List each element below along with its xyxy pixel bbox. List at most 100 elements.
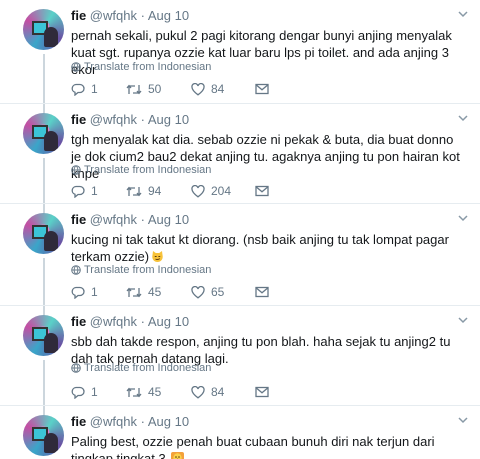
heart-icon	[191, 184, 205, 198]
tweet-header: fie @wfqhk · Aug 10	[71, 8, 189, 23]
tweet-text: kucing ni tak takut kt diorang. (nsb bai…	[71, 232, 449, 264]
retweet-count: 94	[148, 184, 162, 198]
reply-icon	[71, 185, 85, 198]
like-count: 65	[211, 285, 225, 299]
chevron-down-icon[interactable]	[458, 9, 468, 19]
reply-button[interactable]: 1	[71, 183, 98, 199]
display-name[interactable]: fie	[71, 314, 86, 329]
translate-link[interactable]: Translate from Indonesian	[71, 362, 211, 374]
tweet-header: fie @wfqhk · Aug 10	[71, 414, 189, 429]
separator-dot: ·	[140, 8, 145, 23]
display-name[interactable]: fie	[71, 414, 86, 429]
retweet-button[interactable]: 45	[126, 384, 161, 400]
tweet-actions: 1 94 204	[71, 183, 301, 199]
envelope-icon	[255, 83, 269, 95]
cat-smirk-emoji-icon	[152, 251, 163, 262]
separator-dot: ·	[140, 414, 145, 429]
translate-link[interactable]: Translate from Indonesian	[71, 61, 211, 73]
translate-link[interactable]: Translate from Indonesian	[71, 164, 211, 176]
timestamp[interactable]: Aug 10	[148, 212, 189, 227]
retweet-icon	[126, 387, 142, 397]
envelope-icon	[255, 386, 269, 398]
tweet-actions: 1 45 65	[71, 284, 301, 300]
like-count: 84	[211, 82, 225, 96]
timestamp[interactable]: Aug 10	[148, 8, 189, 23]
heart-icon	[191, 285, 205, 299]
chevron-down-icon[interactable]	[458, 213, 468, 223]
separator-dot: ·	[140, 112, 145, 127]
reply-button[interactable]: 1	[71, 81, 98, 97]
reply-icon	[71, 386, 85, 399]
chevron-down-icon[interactable]	[458, 415, 468, 425]
globe-icon	[71, 165, 81, 175]
avatar[interactable]	[23, 315, 64, 356]
timestamp[interactable]: Aug 10	[148, 414, 189, 429]
timestamp[interactable]: Aug 10	[148, 112, 189, 127]
globe-icon	[71, 62, 81, 72]
direct-message-button[interactable]	[255, 81, 269, 97]
reply-count: 1	[91, 385, 98, 399]
direct-message-button[interactable]	[255, 183, 269, 199]
reply-button[interactable]: 1	[71, 284, 98, 300]
timestamp[interactable]: Aug 10	[148, 314, 189, 329]
reply-button[interactable]: 1	[71, 384, 98, 400]
display-name[interactable]: fie	[71, 212, 86, 227]
user-handle[interactable]: @wfqhk	[90, 314, 137, 329]
translate-link[interactable]: Translate from Indonesian	[71, 264, 211, 276]
retweet-count: 45	[148, 285, 162, 299]
tweet[interactable]: fie @wfqhk · Aug 10 Paling best, ozzie p…	[0, 406, 480, 459]
reply-count: 1	[91, 82, 98, 96]
retweet-icon	[126, 186, 142, 196]
tweet[interactable]: fie @wfqhk · Aug 10 sbb dah takde respon…	[0, 306, 480, 416]
tweet-actions: 1 50 84	[71, 81, 301, 97]
retweet-button[interactable]: 45	[126, 284, 161, 300]
avatar[interactable]	[23, 113, 64, 154]
retweet-icon	[126, 287, 142, 297]
envelope-icon	[255, 286, 269, 298]
like-button[interactable]: 84	[191, 81, 224, 97]
reply-count: 1	[91, 184, 98, 198]
chevron-down-icon[interactable]	[458, 113, 468, 123]
like-button[interactable]: 204	[191, 183, 231, 199]
like-count: 84	[211, 385, 225, 399]
tweet-header: fie @wfqhk · Aug 10	[71, 212, 189, 227]
globe-icon	[71, 363, 81, 373]
tweet-text: Paling best, ozzie penah buat cubaan bun…	[71, 433, 466, 459]
user-handle[interactable]: @wfqhk	[90, 8, 137, 23]
retweet-count: 45	[148, 385, 162, 399]
avatar[interactable]	[23, 415, 64, 456]
retweet-count: 50	[148, 82, 162, 96]
envelope-icon	[255, 185, 269, 197]
scream-emoji-icon	[171, 452, 185, 459]
avatar[interactable]	[23, 213, 64, 254]
like-count: 204	[211, 184, 232, 198]
retweet-button[interactable]: 94	[126, 183, 161, 199]
user-handle[interactable]: @wfqhk	[90, 212, 137, 227]
reply-icon	[71, 286, 85, 299]
globe-icon	[71, 265, 81, 275]
heart-icon	[191, 385, 205, 399]
retweet-button[interactable]: 50	[126, 81, 161, 97]
avatar[interactable]	[23, 9, 64, 50]
retweet-icon	[126, 84, 142, 94]
separator-dot: ·	[140, 212, 145, 227]
tweet[interactable]: fie @wfqhk · Aug 10 pernah sekali, pukul…	[0, 0, 480, 114]
direct-message-button[interactable]	[255, 284, 269, 300]
tweet-actions: 1 45 84	[71, 384, 301, 400]
tweet[interactable]: fie @wfqhk · Aug 10 tgh menyalak kat dia…	[0, 104, 480, 214]
separator-dot: ·	[140, 314, 145, 329]
tweet-header: fie @wfqhk · Aug 10	[71, 314, 189, 329]
user-handle[interactable]: @wfqhk	[90, 414, 137, 429]
display-name[interactable]: fie	[71, 8, 86, 23]
tweet-header: fie @wfqhk · Aug 10	[71, 112, 189, 127]
tweet[interactable]: fie @wfqhk · Aug 10 kucing ni tak takut …	[0, 204, 480, 316]
display-name[interactable]: fie	[71, 112, 86, 127]
like-button[interactable]: 65	[191, 284, 224, 300]
user-handle[interactable]: @wfqhk	[90, 112, 137, 127]
heart-icon	[191, 82, 205, 96]
chevron-down-icon[interactable]	[458, 315, 468, 325]
like-button[interactable]: 84	[191, 384, 224, 400]
direct-message-button[interactable]	[255, 384, 269, 400]
tweet-thread: fie @wfqhk · Aug 10 pernah sekali, pukul…	[0, 0, 480, 459]
reply-icon	[71, 83, 85, 96]
